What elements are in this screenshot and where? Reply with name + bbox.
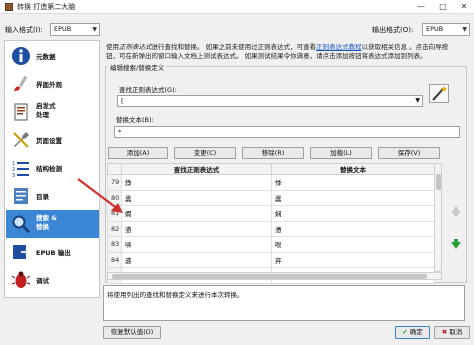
- replace-cell[interactable]: 哏: [271, 236, 435, 253]
- sidebar-item-heuristics[interactable]: 启发式 处理: [6, 98, 99, 126]
- output-icon: [13, 245, 31, 259]
- sidebar-item-label: EPUB 输出: [36, 249, 71, 257]
- brush-icon: [14, 75, 28, 91]
- close-button[interactable]: ✕: [457, 1, 471, 13]
- table-row[interactable]: 79 錚悸: [107, 174, 435, 191]
- save-button[interactable]: 保存(V): [378, 147, 440, 159]
- search-regex-label: 查找正则表达式(G):: [119, 86, 177, 94]
- search-cell[interactable]: 遶: [121, 251, 272, 268]
- search-cell[interactable]: 嫺: [121, 205, 272, 222]
- output-format-select[interactable]: EPUB ▼: [422, 23, 470, 36]
- svg-text:3: 3: [12, 173, 15, 178]
- group-title: 编辑搜索/替换定义: [108, 62, 167, 72]
- row-number: 82: [107, 220, 122, 237]
- minimize-button[interactable]: —: [414, 1, 428, 13]
- search-cell[interactable]: 哢: [121, 236, 272, 253]
- ok-label: 确定: [409, 328, 423, 336]
- magic-wand-icon: [432, 86, 447, 101]
- search-regex-input[interactable]: [ ▼: [117, 95, 423, 107]
- cancel-label: 取消: [449, 328, 463, 336]
- document-icon: [14, 103, 28, 121]
- magnifier-icon: [12, 215, 31, 234]
- scrollbar-thumb[interactable]: [436, 174, 441, 190]
- sidebar-item-label: 目录: [36, 193, 49, 201]
- app-icon: [5, 3, 13, 11]
- sidebar-item-label: 启发式 处理: [36, 102, 56, 119]
- annotation-arrow-icon: [77, 178, 123, 213]
- sidebar-item-metadata[interactable]: 元数据: [6, 42, 99, 70]
- sidebar-item-label: 元数据: [36, 53, 56, 61]
- table-row[interactable]: 82 懣懑: [107, 220, 435, 237]
- table-vertical-scrollbar[interactable]: [434, 163, 442, 272]
- input-format-select[interactable]: EPUB ▼: [50, 23, 100, 36]
- bug-icon: [11, 271, 31, 288]
- replace-cell[interactable]: 悸: [271, 174, 435, 191]
- change-button[interactable]: 变更(C): [174, 147, 236, 159]
- row-number: 84: [107, 251, 122, 268]
- chevron-down-icon: ▼: [92, 26, 97, 33]
- cancel-button[interactable]: ✖ 取消: [434, 326, 470, 339]
- table-row[interactable]: 83 哢哏: [107, 236, 435, 253]
- replace-text-value: *: [118, 128, 122, 136]
- sidebar-item-look-and-feel[interactable]: 界面外观: [6, 70, 99, 98]
- column-header-search[interactable]: 查找正则表达式: [121, 163, 272, 175]
- conversion-message-box: 将使用列出的查找和替换定义来进行本次转换。: [103, 285, 465, 321]
- sidebar-item-label: 结构检测: [36, 165, 62, 173]
- search-regex-value: [: [121, 97, 124, 105]
- scrollbar-thumb[interactable]: [112, 274, 427, 279]
- sidebar-item-epub-output[interactable]: EPUB 输出: [6, 238, 99, 266]
- title-bar: 转换 打造第二大脑 — □ ✕: [0, 0, 474, 14]
- replace-text-input[interactable]: *: [114, 126, 460, 138]
- output-format-label: 输出格式(O):: [372, 26, 414, 34]
- list-icon: 123: [12, 161, 29, 178]
- ok-button[interactable]: ✔ 确定: [395, 326, 430, 339]
- column-header-row-number: [107, 163, 122, 175]
- window-title: 转换 打造第二大脑: [17, 3, 76, 11]
- sidebar-item-label: 页面设置: [36, 137, 62, 145]
- input-format-label: 输入格式(I):: [5, 26, 43, 34]
- search-cell[interactable]: 錚: [121, 174, 272, 191]
- chevron-down-icon: ▼: [415, 97, 420, 104]
- toc-icon: [14, 188, 28, 204]
- add-button[interactable]: 添加(A): [108, 147, 168, 159]
- info-icon: [12, 47, 30, 65]
- replace-cell[interactable]: 懑: [271, 220, 435, 237]
- load-button[interactable]: 加载(L): [310, 147, 372, 159]
- replace-cell[interactable]: 蠹: [271, 189, 435, 206]
- chevron-down-icon: ▼: [462, 26, 467, 33]
- table-row[interactable]: 80 蠹蠹: [107, 189, 435, 206]
- table-row[interactable]: 81 嫺娴: [107, 205, 435, 222]
- remove-button[interactable]: 移除(R): [242, 147, 304, 159]
- table-row[interactable]: 84 遶弃: [107, 251, 435, 268]
- conversion-message: 将使用列出的查找和替换定义来进行本次转换。: [107, 291, 244, 299]
- search-cell[interactable]: 懣: [121, 220, 272, 237]
- restore-defaults-button[interactable]: 恢复默认值(D): [103, 326, 161, 339]
- move-up-icon[interactable]: [450, 205, 462, 217]
- definitions-table: 查找正则表达式 替换文本 79 錚悸 80 蠹蠹 81 嫺娴 82 懣懑 83 哢哏 84…: [107, 163, 435, 284]
- sidebar-item-debug[interactable]: 调试: [6, 266, 99, 294]
- table-header-row: 查找正则表达式 替换文本: [107, 163, 435, 175]
- column-header-replace[interactable]: 替换文本: [271, 163, 435, 175]
- cancel-icon: ✖: [441, 328, 448, 336]
- replace-text-label: 替换文本(B):: [116, 116, 154, 124]
- description-text: 使用正则表达式进行查找和替换。 如果之前未使用过正则表达式，可查看正则表达式教程…: [106, 43, 449, 60]
- sidebar-item-label: 调试: [36, 277, 49, 285]
- regex-tutorial-link[interactable]: 正则表达式教程: [316, 43, 362, 51]
- wrench-icon: [13, 132, 29, 148]
- input-format-value: EPUB: [54, 25, 72, 33]
- output-format-value: EPUB: [426, 25, 444, 33]
- replace-cell[interactable]: 弃: [271, 251, 435, 268]
- replace-cell[interactable]: 娴: [271, 205, 435, 222]
- maximize-button[interactable]: □: [436, 1, 450, 13]
- regex-wizard-button[interactable]: [429, 84, 449, 103]
- search-cell[interactable]: 蠹: [121, 189, 272, 206]
- check-icon: ✔: [402, 328, 408, 336]
- move-down-icon[interactable]: [450, 238, 462, 250]
- row-number: 83: [107, 236, 122, 253]
- table-horizontal-scrollbar[interactable]: [107, 272, 442, 280]
- sidebar-item-label: 界面外观: [36, 81, 62, 89]
- sidebar-item-page-setup[interactable]: 页面设置: [6, 126, 99, 154]
- sidebar: 元数据 界面外观 启发式 处理 页面设置 123 结构检测 目录 搜索 & 替换…: [4, 40, 100, 298]
- sidebar-item-label: 搜索 & 替换: [36, 214, 57, 231]
